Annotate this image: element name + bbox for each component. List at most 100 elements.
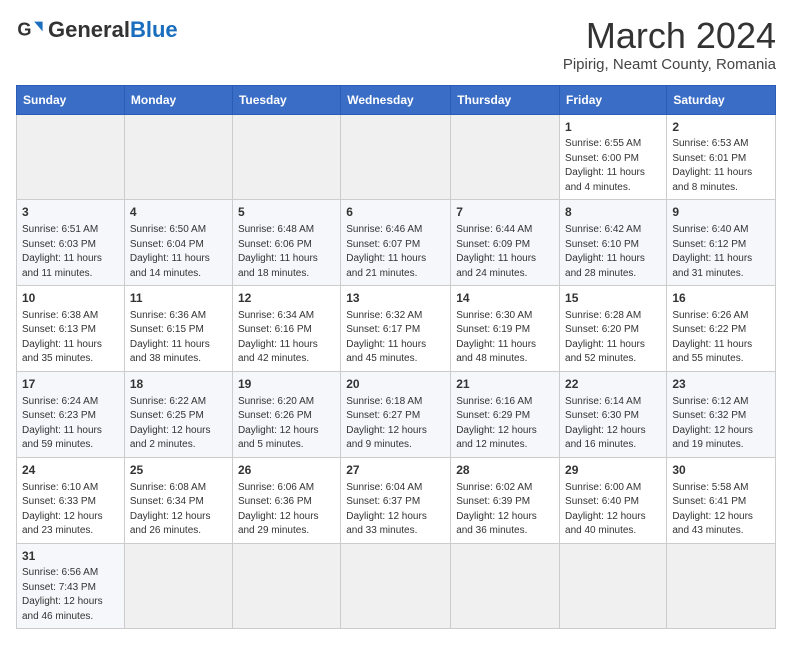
day-number: 30 <box>672 462 770 479</box>
day-info: Sunrise: 6:46 AM Sunset: 6:07 PM Dayligh… <box>346 223 445 281</box>
calendar-cell: 8Sunrise: 6:42 AM Sunset: 6:10 PM Daylig… <box>560 200 667 286</box>
calendar-cell: 1Sunrise: 6:55 AM Sunset: 6:00 PM Daylig… <box>560 114 667 200</box>
column-header-friday: Friday <box>560 85 667 114</box>
calendar-cell: 29Sunrise: 6:00 AM Sunset: 6:40 PM Dayli… <box>560 457 667 543</box>
day-info: Sunrise: 6:18 AM Sunset: 6:27 PM Dayligh… <box>346 395 445 453</box>
day-number: 16 <box>672 290 770 307</box>
day-info: Sunrise: 6:26 AM Sunset: 6:22 PM Dayligh… <box>672 309 770 367</box>
day-number: 4 <box>130 204 227 221</box>
day-number: 27 <box>346 462 445 479</box>
calendar-cell: 22Sunrise: 6:14 AM Sunset: 6:30 PM Dayli… <box>560 371 667 457</box>
calendar-cell: 23Sunrise: 6:12 AM Sunset: 6:32 PM Dayli… <box>667 371 776 457</box>
calendar-cell: 24Sunrise: 6:10 AM Sunset: 6:33 PM Dayli… <box>17 457 125 543</box>
day-number: 18 <box>130 376 227 393</box>
day-number: 5 <box>238 204 335 221</box>
column-header-wednesday: Wednesday <box>341 85 451 114</box>
day-info: Sunrise: 6:50 AM Sunset: 6:04 PM Dayligh… <box>130 223 227 281</box>
day-number: 1 <box>565 119 661 136</box>
day-number: 7 <box>456 204 554 221</box>
title-section: March 2024 Pipirig, Neamt County, Romani… <box>563 16 776 73</box>
calendar-cell: 7 Sunrise: 6:44 AM Sunset: 6:09 PM Daylig… <box>451 200 560 286</box>
calendar-cell: 13Sunrise: 6:32 AM Sunset: 6:17 PM Dayli… <box>341 286 451 372</box>
day-info: Sunrise: 6:12 AM Sunset: 6:32 PM Dayligh… <box>672 395 770 453</box>
day-number: 25 <box>130 462 227 479</box>
day-info: Sunrise: 6:42 AM Sunset: 6:10 PM Dayligh… <box>565 223 661 281</box>
day-info: Sunrise: 6:44 AM Sunset: 6:09 PM Dayligh… <box>456 223 554 281</box>
calendar-cell: 3Sunrise: 6:51 AM Sunset: 6:03 PM Daylig… <box>17 200 125 286</box>
calendar-cell <box>560 543 667 629</box>
day-info: Sunrise: 6:30 AM Sunset: 6:19 PM Dayligh… <box>456 309 554 367</box>
calendar-week-3: 10 Sunrise: 6:38 AM Sunset: 6:13 PM Dayli… <box>17 286 776 372</box>
page-header: G GeneralBlue March 2024 Pipirig, Neamt … <box>16 16 776 73</box>
day-number: 28 <box>456 462 554 479</box>
day-number: 24 <box>22 462 119 479</box>
logo-text: GeneralBlue <box>48 19 178 41</box>
calendar-cell: 9Sunrise: 6:40 AM Sunset: 6:12 PM Daylig… <box>667 200 776 286</box>
day-info: Sunrise: 6:38 AM Sunset: 6:13 PM Dayligh… <box>22 309 119 367</box>
location-subtitle: Pipirig, Neamt County, Romania <box>563 56 776 73</box>
day-info: Sunrise: 6:08 AM Sunset: 6:34 PM Dayligh… <box>130 481 227 539</box>
day-info: Sunrise: 6:06 AM Sunset: 6:36 PM Dayligh… <box>238 481 335 539</box>
calendar-cell <box>451 114 560 200</box>
day-number: 31 <box>22 548 119 565</box>
column-header-sunday: Sunday <box>17 85 125 114</box>
calendar-cell: 10 Sunrise: 6:38 AM Sunset: 6:13 PM Dayli… <box>17 286 125 372</box>
day-number: 21 <box>456 376 554 393</box>
calendar-table: SundayMondayTuesdayWednesdayThursdayFrid… <box>16 85 776 630</box>
day-info: Sunrise: 6:53 AM Sunset: 6:01 PM Dayligh… <box>672 137 770 195</box>
calendar-week-5: 24Sunrise: 6:10 AM Sunset: 6:33 PM Dayli… <box>17 457 776 543</box>
day-info: Sunrise: 6:00 AM Sunset: 6:40 PM Dayligh… <box>565 481 661 539</box>
calendar-cell: 28 Sunrise: 6:02 AM Sunset: 6:39 PM Dayli… <box>451 457 560 543</box>
day-info: Sunrise: 6:20 AM Sunset: 6:26 PM Dayligh… <box>238 395 335 453</box>
day-info: Sunrise: 6:02 AM Sunset: 6:39 PM Dayligh… <box>456 481 554 539</box>
calendar-cell: 6 Sunrise: 6:46 AM Sunset: 6:07 PM Daylig… <box>341 200 451 286</box>
day-info: Sunrise: 6:04 AM Sunset: 6:37 PM Dayligh… <box>346 481 445 539</box>
day-number: 17 <box>22 376 119 393</box>
day-info: Sunrise: 6:28 AM Sunset: 6:20 PM Dayligh… <box>565 309 661 367</box>
calendar-cell: 20 Sunrise: 6:18 AM Sunset: 6:27 PM Dayli… <box>341 371 451 457</box>
day-number: 22 <box>565 376 661 393</box>
calendar-cell <box>232 114 340 200</box>
day-info: Sunrise: 5:58 AM Sunset: 6:41 PM Dayligh… <box>672 481 770 539</box>
calendar-cell: 19Sunrise: 6:20 AM Sunset: 6:26 PM Dayli… <box>232 371 340 457</box>
calendar-header-row: SundayMondayTuesdayWednesdayThursdayFrid… <box>17 85 776 114</box>
calendar-week-6: 31Sunrise: 6:56 AM Sunset: 7:43 PM Dayli… <box>17 543 776 629</box>
column-header-monday: Monday <box>124 85 232 114</box>
day-number: 10 <box>22 290 119 307</box>
calendar-cell: 4 Sunrise: 6:50 AM Sunset: 6:04 PM Daylig… <box>124 200 232 286</box>
day-info: Sunrise: 6:16 AM Sunset: 6:29 PM Dayligh… <box>456 395 554 453</box>
calendar-cell: 18 Sunrise: 6:22 AM Sunset: 6:25 PM Dayli… <box>124 371 232 457</box>
day-number: 26 <box>238 462 335 479</box>
day-number: 14 <box>456 290 554 307</box>
day-info: Sunrise: 6:55 AM Sunset: 6:00 PM Dayligh… <box>565 137 661 195</box>
column-header-thursday: Thursday <box>451 85 560 114</box>
calendar-cell: 27 Sunrise: 6:04 AM Sunset: 6:37 PM Dayli… <box>341 457 451 543</box>
day-info: Sunrise: 6:40 AM Sunset: 6:12 PM Dayligh… <box>672 223 770 281</box>
calendar-cell: 26 Sunrise: 6:06 AM Sunset: 6:36 PM Dayli… <box>232 457 340 543</box>
calendar-week-2: 3Sunrise: 6:51 AM Sunset: 6:03 PM Daylig… <box>17 200 776 286</box>
calendar-cell: 14 Sunrise: 6:30 AM Sunset: 6:19 PM Dayli… <box>451 286 560 372</box>
calendar-cell: 25 Sunrise: 6:08 AM Sunset: 6:34 PM Dayli… <box>124 457 232 543</box>
day-info: Sunrise: 6:24 AM Sunset: 6:23 PM Dayligh… <box>22 395 119 453</box>
logo: G GeneralBlue <box>16 16 178 44</box>
calendar-cell <box>451 543 560 629</box>
day-number: 6 <box>346 204 445 221</box>
day-number: 20 <box>346 376 445 393</box>
day-info: Sunrise: 6:51 AM Sunset: 6:03 PM Dayligh… <box>22 223 119 281</box>
calendar-cell: 11Sunrise: 6:36 AM Sunset: 6:15 PM Dayli… <box>124 286 232 372</box>
day-info: Sunrise: 6:22 AM Sunset: 6:25 PM Dayligh… <box>130 395 227 453</box>
day-number: 13 <box>346 290 445 307</box>
calendar-cell <box>124 114 232 200</box>
calendar-cell <box>341 543 451 629</box>
calendar-cell: 17 Sunrise: 6:24 AM Sunset: 6:23 PM Dayli… <box>17 371 125 457</box>
calendar-cell <box>341 114 451 200</box>
day-number: 2 <box>672 119 770 136</box>
calendar-cell <box>232 543 340 629</box>
day-info: Sunrise: 6:48 AM Sunset: 6:06 PM Dayligh… <box>238 223 335 281</box>
day-number: 15 <box>565 290 661 307</box>
calendar-cell: 2Sunrise: 6:53 AM Sunset: 6:01 PM Daylig… <box>667 114 776 200</box>
calendar-cell: 5 Sunrise: 6:48 AM Sunset: 6:06 PM Daylig… <box>232 200 340 286</box>
day-info: Sunrise: 6:56 AM Sunset: 7:43 PM Dayligh… <box>22 566 119 624</box>
day-info: Sunrise: 6:34 AM Sunset: 6:16 PM Dayligh… <box>238 309 335 367</box>
calendar-cell: 15 Sunrise: 6:28 AM Sunset: 6:20 PM Dayli… <box>560 286 667 372</box>
